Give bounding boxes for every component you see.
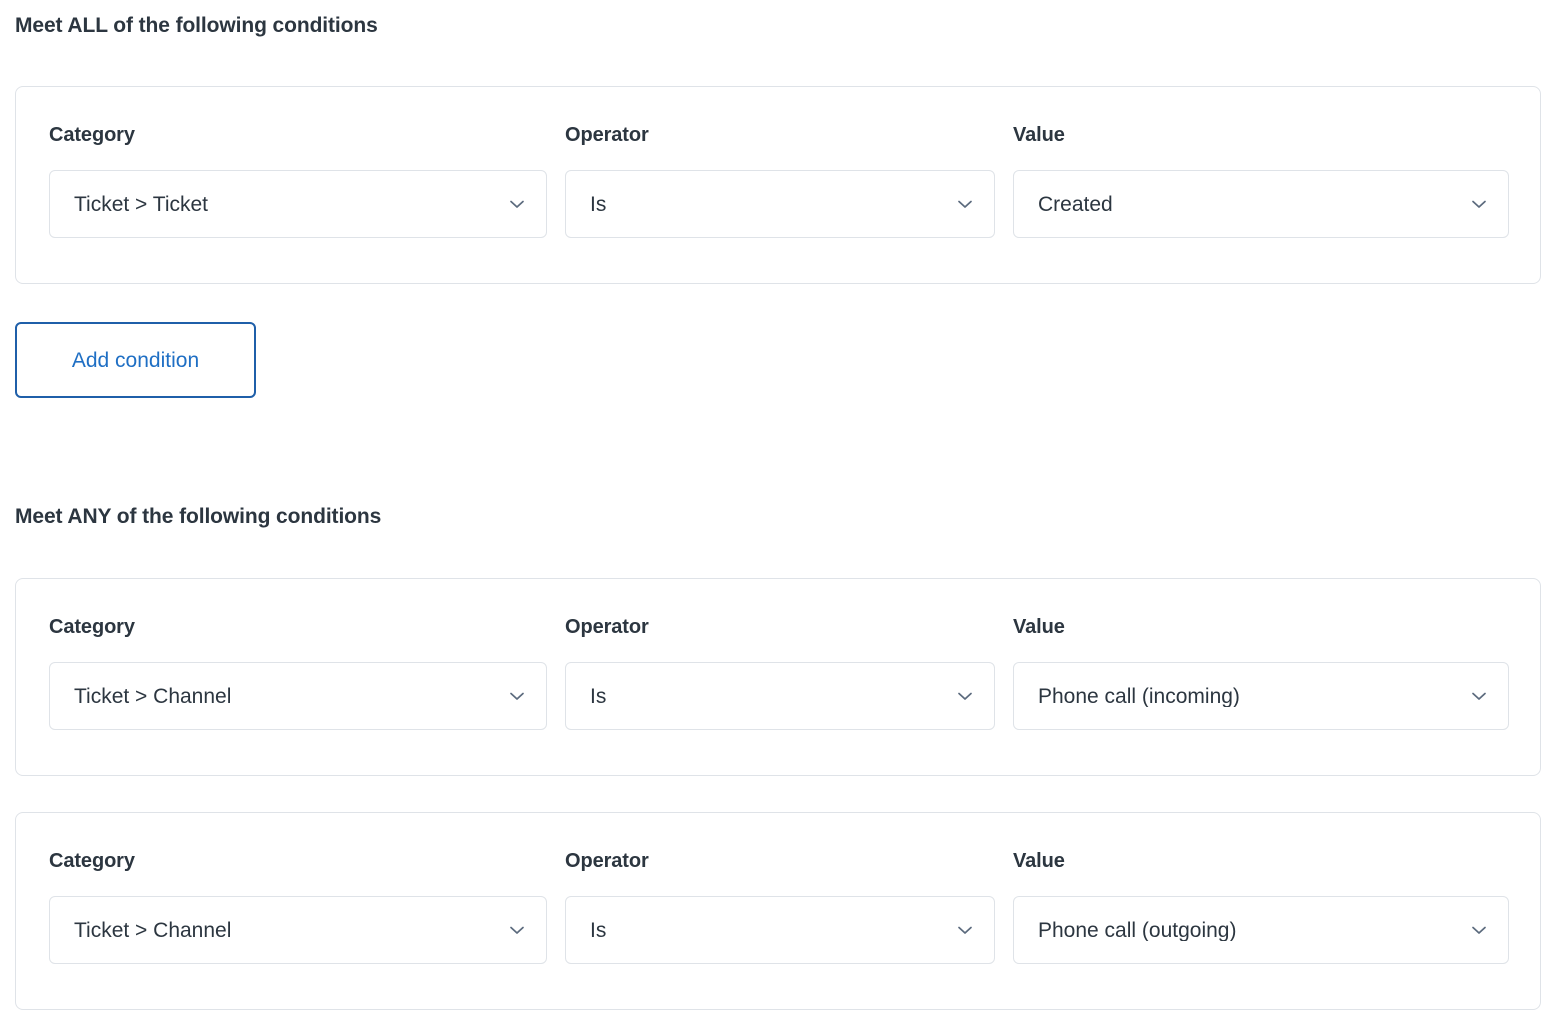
chevron-down-icon: [1468, 919, 1490, 941]
category-label: Category: [49, 850, 135, 872]
category-select[interactable]: Ticket > Channel: [49, 896, 547, 964]
section-heading-all: Meet ALL of the following conditions: [15, 14, 378, 37]
value-field: Value Phone call (outgoing): [1013, 851, 1509, 964]
operator-select[interactable]: Is: [565, 896, 995, 964]
category-select[interactable]: Ticket > Ticket: [49, 170, 547, 238]
condition-field-row: Category Ticket > Ticket Operator Is Val…: [16, 87, 1540, 283]
chevron-down-icon: [506, 919, 528, 941]
condition-card: Category Ticket > Ticket Operator Is Val…: [15, 86, 1541, 284]
section-heading-any: Meet ANY of the following conditions: [15, 505, 382, 528]
add-condition-button[interactable]: Add condition: [15, 322, 256, 398]
value-label: Value: [1013, 616, 1065, 638]
value-field: Value Created: [1013, 125, 1509, 238]
value-label: Value: [1013, 850, 1065, 872]
chevron-down-icon: [506, 685, 528, 707]
category-field: Category Ticket > Ticket: [49, 125, 547, 238]
value-select[interactable]: Created: [1013, 170, 1509, 238]
chevron-down-icon: [1468, 685, 1490, 707]
operator-select[interactable]: Is: [565, 662, 995, 730]
category-label: Category: [49, 616, 135, 638]
operator-label: Operator: [565, 616, 649, 638]
condition-field-row: Category Ticket > Channel Operator Is Va…: [16, 813, 1540, 1009]
operator-select-value: Is: [590, 919, 607, 941]
operator-label: Operator: [565, 850, 649, 872]
chevron-down-icon: [954, 193, 976, 215]
category-label: Category: [49, 124, 135, 146]
operator-select-value: Is: [590, 685, 607, 707]
value-select[interactable]: Phone call (outgoing): [1013, 896, 1509, 964]
chevron-down-icon: [1468, 193, 1490, 215]
operator-select[interactable]: Is: [565, 170, 995, 238]
value-select-value: Phone call (incoming): [1038, 685, 1240, 707]
operator-label: Operator: [565, 124, 649, 146]
operator-field: Operator Is: [565, 851, 995, 964]
condition-card: Category Ticket > Channel Operator Is Va…: [15, 578, 1541, 776]
value-select-value: Created: [1038, 193, 1113, 215]
category-field: Category Ticket > Channel: [49, 851, 547, 964]
conditions-builder-page: Meet ALL of the following conditions Cat…: [0, 0, 1556, 1028]
chevron-down-icon: [954, 919, 976, 941]
chevron-down-icon: [954, 685, 976, 707]
category-select[interactable]: Ticket > Channel: [49, 662, 547, 730]
value-label: Value: [1013, 124, 1065, 146]
operator-field: Operator Is: [565, 617, 995, 730]
category-select-value: Ticket > Channel: [74, 685, 232, 707]
operator-select-value: Is: [590, 193, 607, 215]
category-select-value: Ticket > Ticket: [74, 193, 209, 215]
value-field: Value Phone call (incoming): [1013, 617, 1509, 730]
category-field: Category Ticket > Channel: [49, 617, 547, 730]
condition-card: Category Ticket > Channel Operator Is Va…: [15, 812, 1541, 1010]
value-select[interactable]: Phone call (incoming): [1013, 662, 1509, 730]
value-select-value: Phone call (outgoing): [1038, 919, 1237, 941]
operator-field: Operator Is: [565, 125, 995, 238]
condition-field-row: Category Ticket > Channel Operator Is Va…: [16, 579, 1540, 775]
category-select-value: Ticket > Channel: [74, 919, 232, 941]
chevron-down-icon: [506, 193, 528, 215]
